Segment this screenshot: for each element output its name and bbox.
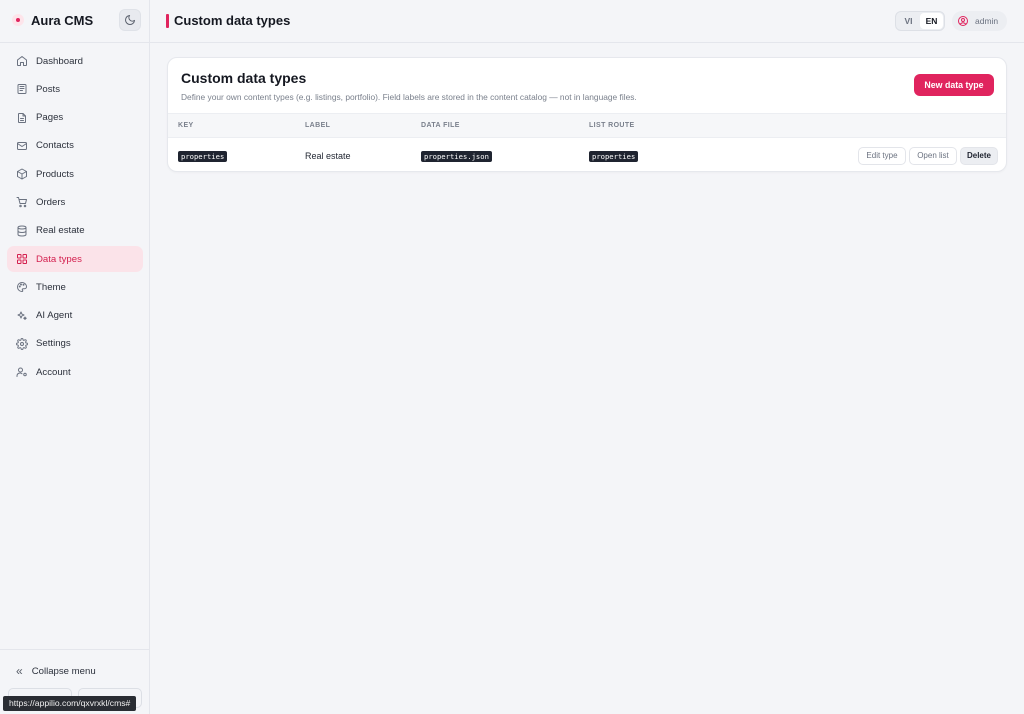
open-list-button[interactable]: Open list: [909, 147, 957, 165]
row-key: properties: [178, 151, 228, 162]
user-gear-icon: [16, 366, 28, 378]
column-header-data-file: DATA FILE: [421, 122, 460, 129]
title-accent-bar: [166, 14, 169, 28]
sidebar-item-label: Account: [36, 366, 71, 378]
row-data-file: properties.json: [421, 151, 492, 162]
user-menu-button[interactable]: admin: [952, 11, 1007, 31]
logo-icon: [12, 14, 24, 26]
topbar: Custom data types VI EN admin: [150, 0, 1024, 43]
sidebar-item-theme[interactable]: Theme: [7, 274, 143, 300]
sparkle-icon: [16, 310, 28, 322]
sidebar-item-real-estate[interactable]: Real estate: [7, 218, 143, 244]
sidebar-item-label: Dashboard: [36, 55, 83, 67]
sidebar-item-contacts[interactable]: Contacts: [7, 133, 143, 159]
sidebar-item-pages[interactable]: Pages: [7, 105, 143, 131]
posts-icon: [16, 83, 28, 95]
sidebar-item-label: Orders: [36, 196, 66, 208]
delete-button[interactable]: Delete: [960, 147, 998, 165]
column-header-list-route: LIST ROUTE: [589, 122, 635, 129]
sidebar-item-label: Settings: [36, 338, 71, 350]
sidebar-item-dashboard[interactable]: Dashboard: [7, 48, 143, 74]
chevrons-left-icon: «: [16, 664, 23, 678]
sidebar-nav: Dashboard Posts Pages Contacts Products …: [7, 48, 143, 388]
card-description: Define your own content types (e.g. list…: [181, 92, 637, 102]
sidebar-item-data-types[interactable]: Data types: [7, 246, 143, 273]
language-switcher: VI EN: [895, 11, 945, 31]
page-title: Custom data types: [174, 13, 291, 28]
database-icon: [16, 225, 28, 237]
column-header-label: LABEL: [305, 122, 331, 129]
new-data-type-button[interactable]: New data type: [914, 74, 994, 96]
user-circle-icon: [957, 15, 969, 27]
home-icon: [16, 55, 28, 67]
sidebar-item-label: Pages: [36, 112, 64, 124]
sidebar-item-label: AI Agent: [36, 310, 73, 322]
sidebar-item-label: Products: [36, 168, 74, 180]
sidebar: Aura CMS Dashboard Posts Pages Contacts …: [0, 0, 150, 714]
gear-icon: [16, 337, 28, 350]
card-title: Custom data types: [181, 70, 307, 86]
table-header: KEY LABEL DATA FILE LIST ROUTE: [168, 113, 1006, 138]
page-icon: [16, 112, 28, 124]
sidebar-item-label: Contacts: [36, 140, 74, 152]
cart-icon: [16, 196, 28, 208]
edit-type-button[interactable]: Edit type: [858, 147, 906, 165]
app-name: Aura CMS: [31, 13, 94, 28]
row-list-route: properties: [589, 151, 639, 162]
sidebar-item-label: Posts: [36, 83, 60, 95]
moon-icon: [125, 15, 135, 25]
row-label: Real estate: [305, 151, 351, 161]
sidebar-item-label: Theme: [36, 281, 66, 293]
palette-icon: [16, 281, 28, 293]
data-types-card: Custom data types Define your own conten…: [167, 57, 1007, 172]
mail-icon: [16, 140, 28, 152]
collapse-menu-label: Collapse menu: [31, 665, 96, 677]
sidebar-item-label: Real estate: [36, 225, 85, 237]
sidebar-item-label: Data types: [36, 253, 82, 265]
theme-toggle-button[interactable]: [119, 9, 141, 31]
column-header-key: KEY: [178, 122, 194, 129]
table-row: properties Real estate properties.json p…: [168, 139, 1006, 171]
language-vi-button[interactable]: VI: [897, 13, 920, 29]
sidebar-item-account[interactable]: Account: [7, 359, 143, 385]
status-bar-url: https://appilio.com/qxvrxkl/cms#: [3, 696, 137, 711]
language-en-button[interactable]: EN: [920, 13, 943, 29]
brand: Aura CMS: [0, 0, 149, 43]
sidebar-item-settings[interactable]: Settings: [7, 331, 143, 357]
sidebar-item-products[interactable]: Products: [7, 161, 143, 187]
collapse-menu-button[interactable]: « Collapse menu: [16, 664, 96, 678]
box-icon: [16, 168, 28, 180]
grid-icon: [16, 253, 28, 265]
sidebar-item-ai-agent[interactable]: AI Agent: [7, 303, 143, 329]
sidebar-item-posts[interactable]: Posts: [7, 76, 143, 102]
sidebar-item-orders[interactable]: Orders: [7, 189, 143, 215]
user-name: admin: [975, 16, 999, 26]
